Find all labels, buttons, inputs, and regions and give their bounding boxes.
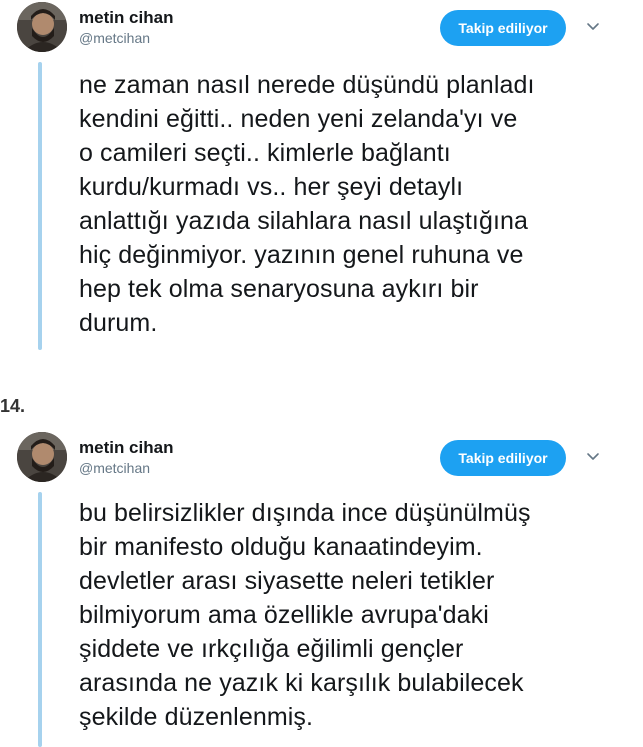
tweet-text: ne zaman nasıl nerede düşündü planladı k…: [79, 71, 535, 337]
author-name[interactable]: metin cihan: [79, 8, 173, 28]
following-button[interactable]: Takip ediliyor: [440, 10, 566, 46]
chevron-down-icon[interactable]: [584, 448, 602, 466]
avatar[interactable]: [17, 2, 67, 52]
thread-line: [38, 62, 42, 350]
following-button[interactable]: Takip ediliyor: [440, 440, 566, 476]
tweet-card: metin cihan @metcihan Takip ediliyor bu …: [0, 430, 643, 747]
chevron-down-icon[interactable]: [584, 18, 602, 36]
avatar-photo-icon: [17, 432, 67, 482]
avatar[interactable]: [17, 432, 67, 482]
list-number: 14.: [0, 396, 26, 416]
author-name[interactable]: metin cihan: [79, 438, 173, 458]
author-handle[interactable]: @metcihan: [79, 460, 150, 476]
tweet-text: bu belirsizlikler dışında ince düşünülmü…: [79, 499, 531, 731]
thread-line: [38, 492, 42, 747]
tweet-card: metin cihan @metcihan Takip ediliyor ne …: [0, 0, 643, 350]
avatar-photo-icon: [17, 2, 67, 52]
author-handle[interactable]: @metcihan: [79, 30, 150, 46]
